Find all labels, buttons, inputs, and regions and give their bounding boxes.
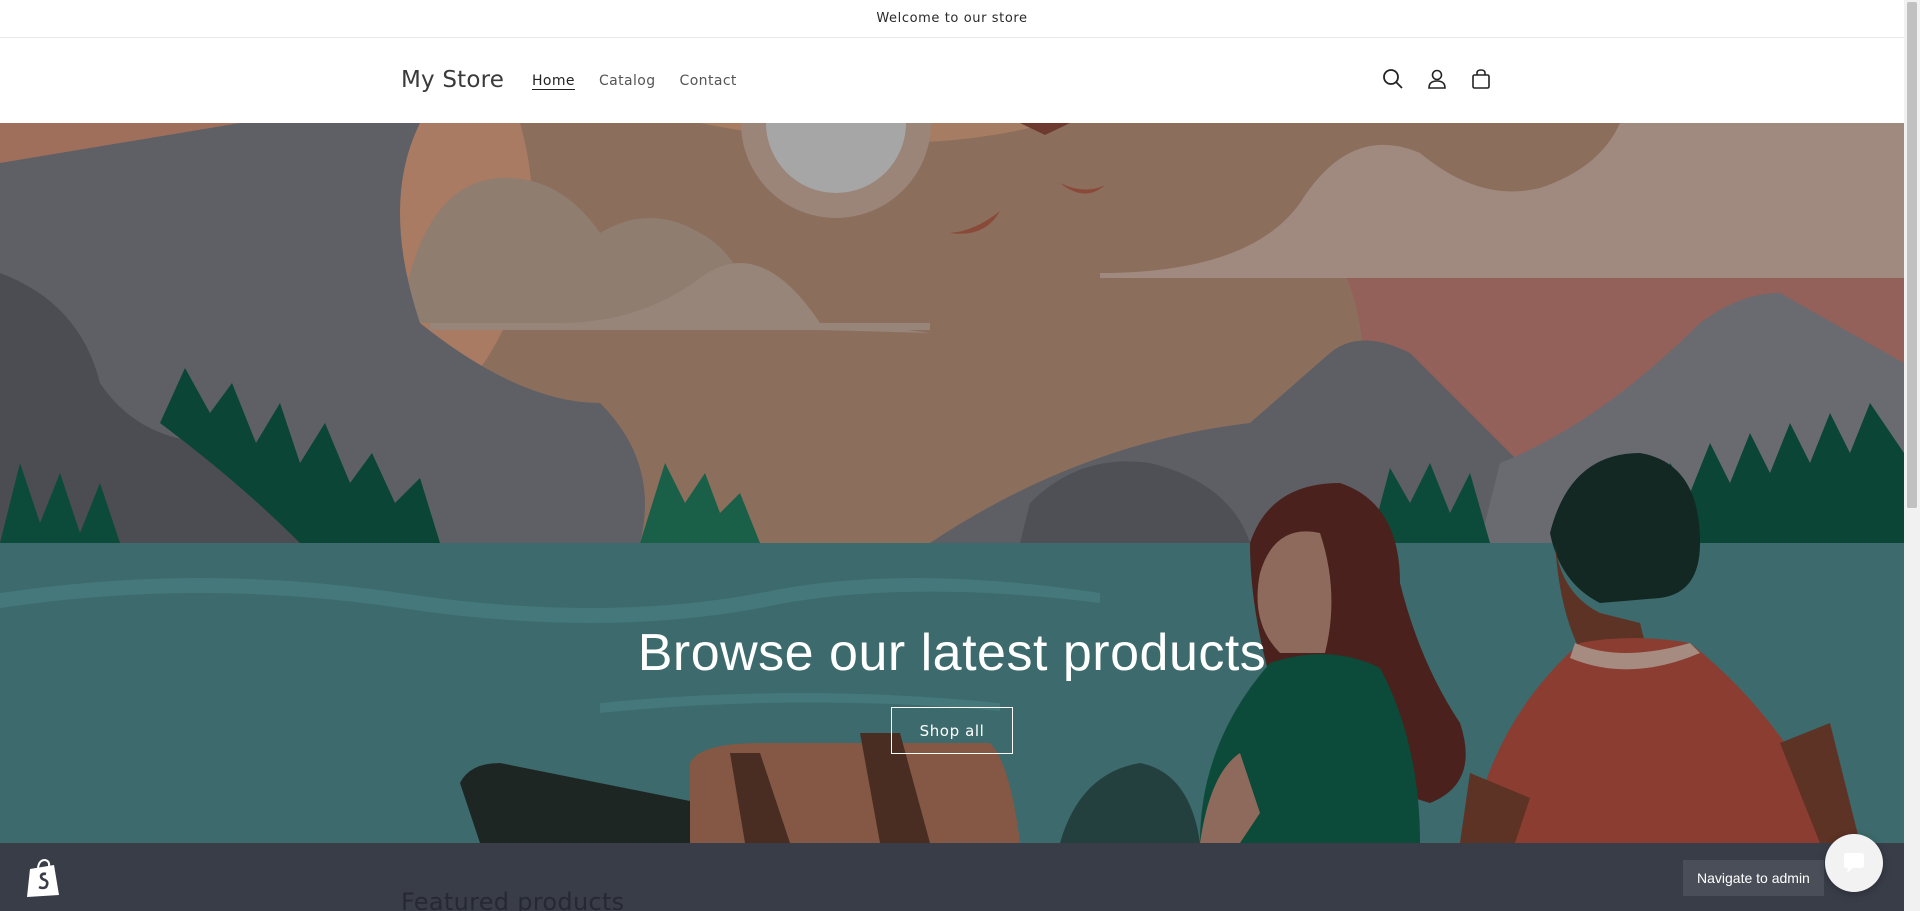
store-logo[interactable]: My Store <box>401 67 504 93</box>
site-header: My Store Home Catalog Contact <box>0 39 1904 123</box>
nav-contact[interactable]: Contact <box>680 73 737 89</box>
scrollbar-thumb[interactable] <box>1907 2 1917 508</box>
navigate-to-admin-button[interactable]: Navigate to admin <box>1683 860 1824 896</box>
chat-icon[interactable] <box>1825 834 1883 892</box>
announcement-text: Welcome to our store <box>876 11 1028 26</box>
page-scrollbar[interactable] <box>1904 0 1920 911</box>
cart-icon[interactable] <box>1469 67 1493 91</box>
shop-all-button[interactable]: Shop all <box>891 707 1013 754</box>
hero-title: Browse our latest products <box>637 624 1267 682</box>
header-icons <box>1381 67 1493 91</box>
shopify-bag-icon[interactable] <box>24 857 64 899</box>
announcement-bar: Welcome to our store <box>0 0 1904 38</box>
nav-home[interactable]: Home <box>532 73 575 89</box>
preview-bar: Featured products Navigate to admin <box>0 843 1904 911</box>
featured-products-heading: Featured products <box>401 888 625 911</box>
account-icon[interactable] <box>1425 67 1449 91</box>
main-nav: Home Catalog Contact <box>532 73 737 89</box>
search-icon[interactable] <box>1381 67 1405 91</box>
hero-banner: Browse our latest products Shop all <box>0 123 1904 843</box>
nav-catalog[interactable]: Catalog <box>599 73 656 89</box>
